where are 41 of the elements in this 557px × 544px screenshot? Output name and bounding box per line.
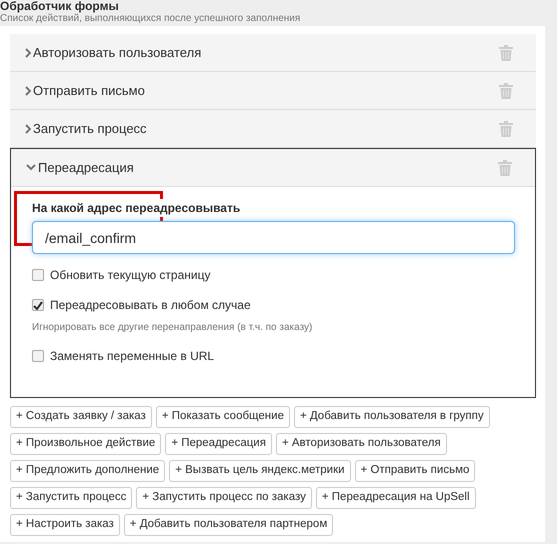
- action-title: Переадресация: [38, 158, 135, 177]
- redirect-url-field[interactable]: /email_confirm: [32, 221, 515, 254]
- action-title: Отправить письмо: [33, 82, 146, 100]
- checkbox[interactable]: [32, 299, 44, 311]
- action-title: Запустить процесс: [33, 120, 148, 138]
- add-action-button[interactable]: + Добавить пользователя в группу: [294, 406, 490, 428]
- action-row-header[interactable]: Запустить процесс: [10, 110, 536, 147]
- field-label: На какой адрес переадресовывать: [32, 199, 240, 217]
- add-action-button[interactable]: + Показать сообщение: [156, 406, 290, 428]
- action-row-header[interactable]: Авторизовать пользователя: [10, 34, 536, 71]
- form-handler-title: Обработчик формы: [0, 0, 120, 13]
- option-label: Обновить текущую страницу: [50, 267, 210, 284]
- add-action-button[interactable]: + Переадресация на UpSell: [316, 487, 476, 509]
- add-action-button[interactable]: + Отправить письмо: [354, 460, 476, 482]
- checkbox[interactable]: [32, 269, 44, 281]
- add-action-button[interactable]: + Создать заявку / заказ: [10, 406, 152, 428]
- add-action-button[interactable]: + Переадресация: [165, 433, 272, 455]
- checkbox[interactable]: [32, 350, 44, 362]
- add-action-button[interactable]: + Добавить пользователя партнером: [124, 514, 334, 536]
- option-label: Заменять переменные в URL: [50, 348, 214, 365]
- chevron-right-icon: [25, 86, 31, 96]
- action-row-header[interactable]: Отправить письмо: [10, 72, 536, 109]
- add-action-button[interactable]: + Авторизовать пользователя: [276, 433, 447, 455]
- chevron-right-icon: [25, 124, 31, 134]
- action-title: Авторизовать пользователя: [33, 44, 202, 62]
- add-action-button[interactable]: + Запустить процесс: [10, 487, 132, 509]
- add-action-button[interactable]: + Предложить дополнение: [10, 460, 166, 482]
- add-action-button[interactable]: + Произвольное действие: [10, 433, 162, 455]
- option-hint: Игнорировать все другие перенаправления (в т.ч. по заказу): [32, 321, 314, 335]
- chevron-down-icon: [26, 164, 36, 171]
- trash-icon[interactable]: [499, 44, 513, 60]
- section-subtitle: Список действий, выполняющихся после успешного заполнения: [0, 13, 302, 25]
- trash-icon[interactable]: [499, 120, 513, 136]
- trash-icon[interactable]: [498, 160, 512, 176]
- add-action-button[interactable]: + Запустить процесс по заказу: [136, 487, 312, 509]
- add-action-button[interactable]: + Настроить заказ: [10, 514, 120, 536]
- trash-icon[interactable]: [499, 82, 513, 98]
- option-label: Переадресовывать в любом случае: [50, 297, 251, 314]
- add-action-button[interactable]: + Вызвать цель яндекс.метрики: [169, 460, 351, 482]
- chevron-right-icon: [25, 48, 31, 58]
- action-row-header[interactable]: Переадресация: [11, 149, 535, 186]
